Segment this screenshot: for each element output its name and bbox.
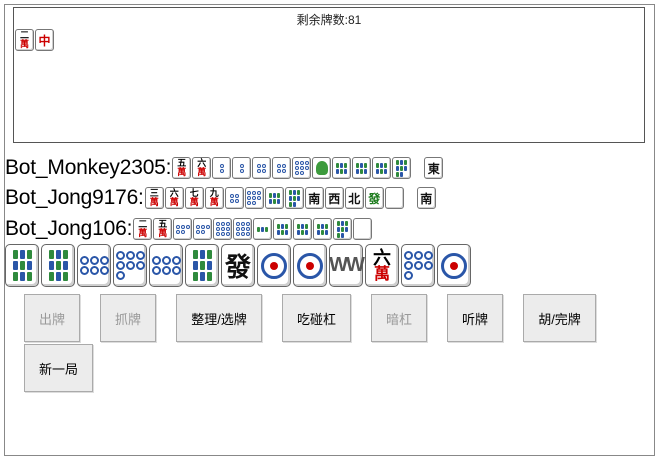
bamboo-tile[interactable] (5, 244, 39, 287)
circle-tile (244, 187, 264, 209)
one-circle-tile[interactable] (293, 244, 327, 287)
honor-tile: 南 (416, 187, 436, 209)
character-tile: 五萬 (153, 218, 173, 240)
player-tiles: 二萬五萬 (133, 218, 373, 240)
blank-tile (384, 187, 404, 209)
circle-tile (272, 157, 292, 179)
discard-tiles: 二萬中 (15, 29, 54, 51)
bamboo-tile (273, 218, 293, 240)
circle-tile (292, 157, 312, 179)
circle-tile[interactable] (401, 244, 435, 287)
circle-tile[interactable] (149, 244, 183, 287)
player-row-bot-jong9176: Bot_Jong9176: 三萬六萬七萬九萬南西北發南 (5, 185, 436, 211)
honor-tile: 發 (364, 187, 384, 209)
character-tile: 二萬 (133, 218, 153, 240)
player-name: Bot_Monkey2305: (5, 156, 172, 179)
bamboo-tile (264, 187, 284, 209)
one-circle-tile[interactable] (437, 244, 471, 287)
bamboo-tile (392, 157, 412, 179)
character-tile: 九萬 (204, 187, 224, 209)
w-tile[interactable]: WW (329, 244, 365, 287)
player-row-bot-monkey: Bot_Monkey2305: 五萬六萬 東 (5, 155, 444, 181)
honor-tile: 東 (424, 157, 444, 179)
honor-tile: 北 (344, 187, 364, 209)
bamboo-tile (333, 218, 353, 240)
bamboo-tile[interactable] (185, 244, 219, 287)
bamboo-tile (293, 218, 313, 240)
sort-select-button[interactable]: 整理/选牌 (176, 294, 262, 342)
bamboo-tile (372, 157, 392, 179)
character-tile: 三萬 (144, 187, 164, 209)
character-tile: 五萬 (172, 157, 192, 179)
bamboo-tile[interactable] (41, 244, 75, 287)
bird-tile (312, 157, 332, 179)
player-name: Bot_Jong9176: (5, 186, 144, 209)
character-tile: 七萬 (184, 187, 204, 209)
blank-tile (353, 218, 373, 240)
player-name: Bot_Jong106: (5, 217, 133, 240)
bamboo-tile (253, 218, 273, 240)
circle-tile (173, 218, 193, 240)
circle-tile (212, 157, 232, 179)
discard-area: 剩余牌数:81 二萬中 (13, 7, 645, 143)
player-tiles: 五萬六萬 東 (172, 157, 444, 179)
draw-button[interactable]: 抓牌 (100, 294, 156, 342)
circle-tile (232, 157, 252, 179)
new-game-button[interactable]: 新一局 (24, 344, 93, 392)
circle-tile[interactable] (77, 244, 111, 287)
player-hand: 發 WW 六萬 (5, 244, 471, 287)
character-tile: 六萬 (192, 157, 212, 179)
one-circle-tile[interactable] (257, 244, 291, 287)
bamboo-tile (352, 157, 372, 179)
circle-tile (252, 157, 272, 179)
circle-tile (233, 218, 253, 240)
bamboo-tile (313, 218, 333, 240)
circle-tile (224, 187, 244, 209)
an-gang-button[interactable]: 暗杠 (371, 294, 427, 342)
circle-tile[interactable] (113, 244, 147, 287)
honor-tile: 南 (304, 187, 324, 209)
hu-button[interactable]: 胡/完牌 (523, 294, 596, 342)
character-tile: 二萬 (15, 29, 34, 51)
honor-tile: 西 (324, 187, 344, 209)
honor-tile: 中 (35, 29, 54, 51)
chi-peng-gang-button[interactable]: 吃碰杠 (282, 294, 351, 342)
bamboo-tile (332, 157, 352, 179)
circle-tile (213, 218, 233, 240)
remaining-tiles-count: 剩余牌数:81 (296, 13, 362, 27)
ting-button[interactable]: 听牌 (447, 294, 503, 342)
character-tile: 六萬 (164, 187, 184, 209)
player-row-bot-jong106: Bot_Jong106: 二萬五萬 (5, 216, 373, 242)
character-tile[interactable]: 六萬 (365, 244, 399, 287)
discard-button[interactable]: 出牌 (24, 294, 80, 342)
circle-tile (193, 218, 213, 240)
bamboo-tile (284, 187, 304, 209)
player-tiles: 三萬六萬七萬九萬南西北發南 (144, 187, 436, 209)
honor-tile[interactable]: 發 (221, 244, 255, 287)
